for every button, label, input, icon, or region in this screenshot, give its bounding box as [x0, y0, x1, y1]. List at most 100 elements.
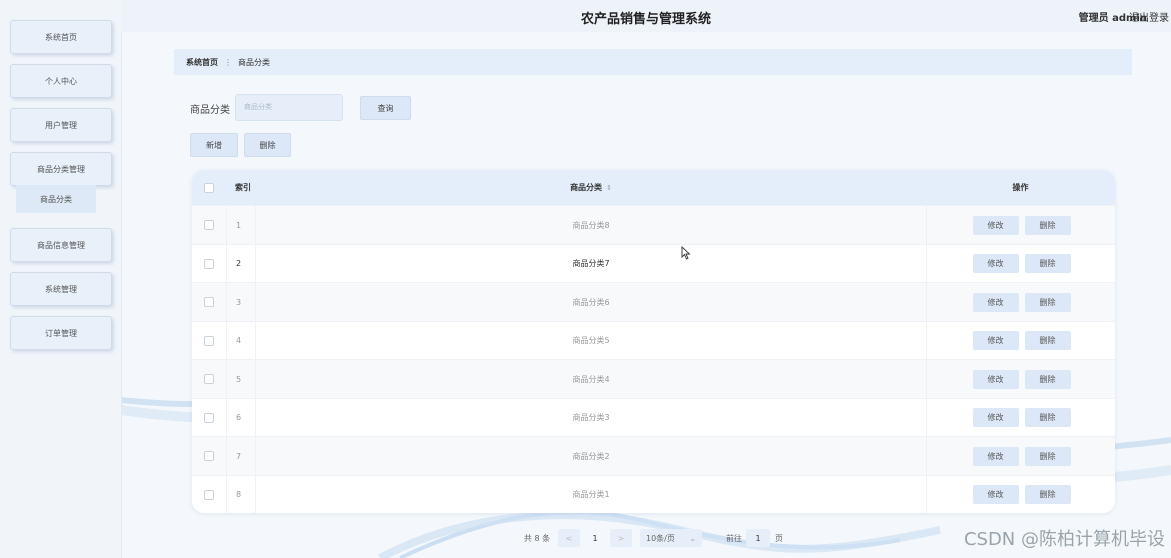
delete-button[interactable]: 删除 [1024, 369, 1071, 389]
row-checkbox-cell[interactable] [192, 476, 226, 514]
row-index: 3 [226, 283, 256, 321]
row-category-name: 商品分类5 [572, 336, 610, 345]
chevron-down-icon: ⌄ [689, 533, 696, 543]
delete-button[interactable]: 删除 [1024, 292, 1071, 312]
delete-button[interactable]: 删除 [1024, 485, 1071, 504]
table-row[interactable]: 8 商品分类1 修改 删除 [192, 474, 1115, 514]
edit-button[interactable]: 修改 [972, 369, 1019, 389]
table-row[interactable]: 1 商品分类8 修改 删除 [192, 205, 1115, 244]
prev-page-button[interactable]: < [558, 529, 580, 547]
row-operations: 修改 删除 [926, 360, 1115, 398]
app-title: 农产品销售与管理系统 [580, 12, 711, 27]
goto-page-input[interactable]: 1 [746, 529, 770, 547]
row-category-name: 商品分类8 [572, 220, 610, 230]
table-row[interactable]: 5 商品分类4 修改 删除 [192, 359, 1115, 398]
row-checkbox-cell[interactable] [192, 283, 226, 321]
breadcrumb: 系统首页 ⋮ 商品分类 [174, 49, 1132, 75]
current-page[interactable]: 1 [585, 529, 605, 547]
goto-suffix: 页 [775, 533, 783, 543]
row-checkbox[interactable] [204, 220, 214, 230]
category-table: 索引 商品分类 ⇕ 操作 1 商品分类8 修改 删除 2 商品分类7 修改 删除 3 商品分类6 修… [192, 170, 1115, 513]
row-operations: 修改 删除 [926, 475, 1115, 513]
search-label: 商品分类 [190, 105, 230, 116]
row-index: 6 [226, 398, 256, 437]
row-checkbox[interactable] [204, 489, 214, 500]
logout-link[interactable]: 退出登录 [1129, 9, 1169, 24]
row-index: 1 [226, 206, 256, 244]
search-button[interactable]: 查询 [360, 96, 411, 120]
row-index: 7 [226, 437, 256, 475]
sidebar-item-product-info[interactable]: 商品信息管理 [10, 228, 112, 262]
row-category-name: 商品分类3 [572, 413, 610, 422]
pagination-total: 共 8 条 [523, 533, 551, 543]
breadcrumb-current: 商品分类 [238, 57, 270, 67]
page-size-select[interactable]: 10条/页 ⌄ [640, 529, 702, 547]
table-row[interactable]: 7 商品分类2 修改 删除 [192, 436, 1115, 475]
row-category-name: 商品分类2 [572, 451, 610, 461]
row-checkbox-cell[interactable] [192, 360, 226, 398]
row-checkbox[interactable] [204, 297, 214, 307]
add-button[interactable]: 新增 [190, 133, 238, 157]
edit-button[interactable]: 修改 [972, 485, 1019, 504]
sidebar-item-users[interactable]: 用户管理 [10, 108, 112, 142]
row-checkbox-cell[interactable] [192, 206, 226, 244]
row-category-name: 商品分类7 [572, 259, 610, 268]
row-checkbox-cell[interactable] [192, 399, 226, 437]
header-index: 索引 [235, 183, 251, 192]
batch-delete-button[interactable]: 删除 [244, 133, 291, 157]
row-index: 2 [226, 244, 256, 283]
delete-button[interactable]: 删除 [1024, 254, 1071, 273]
edit-button[interactable]: 修改 [972, 254, 1019, 273]
row-index: 5 [226, 360, 256, 398]
sidebar-item-home[interactable]: 系统首页 [10, 20, 112, 54]
delete-button[interactable]: 删除 [1024, 331, 1071, 350]
row-checkbox[interactable] [204, 412, 214, 423]
table-row[interactable]: 2 商品分类7 修改 删除 [192, 243, 1115, 283]
delete-button[interactable]: 删除 [1024, 408, 1071, 427]
sidebar: 系统首页 个人中心 用户管理 商品分类管理 商品分类 商品信息管理 系统管理 订… [0, 0, 122, 558]
sidebar-item-category-management[interactable]: 商品分类管理 [10, 152, 112, 186]
row-category-name: 商品分类4 [572, 374, 610, 384]
row-checkbox-cell[interactable] [192, 437, 226, 475]
table-row[interactable]: 4 商品分类5 修改 删除 [192, 320, 1115, 360]
header-operations: 操作 [1012, 183, 1029, 192]
edit-button[interactable]: 修改 [972, 215, 1019, 235]
row-checkbox[interactable] [204, 258, 214, 269]
row-checkbox-cell[interactable] [192, 245, 226, 283]
table-row[interactable]: 6 商品分类3 修改 删除 [192, 397, 1115, 437]
delete-button[interactable]: 删除 [1024, 446, 1071, 466]
row-checkbox[interactable] [204, 451, 214, 461]
header-category-label: 商品分类 [570, 183, 603, 192]
table-header: 索引 商品分类 ⇕ 操作 [192, 170, 1115, 205]
row-operations: 修改 删除 [926, 206, 1115, 244]
row-category-name: 商品分类6 [572, 297, 610, 307]
row-operations: 修改 删除 [926, 244, 1115, 283]
table-row[interactable]: 3 商品分类6 修改 删除 [192, 282, 1115, 321]
breadcrumb-home[interactable]: 系统首页 [186, 57, 218, 68]
edit-button[interactable]: 修改 [972, 408, 1019, 427]
row-operations: 修改 删除 [926, 398, 1115, 437]
sidebar-item-system[interactable]: 系统管理 [10, 272, 112, 306]
select-all-checkbox[interactable] [204, 182, 214, 193]
header-checkbox-cell[interactable] [192, 170, 226, 205]
row-checkbox[interactable] [204, 374, 214, 384]
row-index: 4 [226, 321, 256, 360]
watermark: CSDN @陈柏计算机毕设 [963, 529, 1165, 550]
row-checkbox[interactable] [204, 335, 214, 346]
category-search-input[interactable]: 商品分类 [235, 94, 343, 121]
edit-button[interactable]: 修改 [972, 446, 1019, 466]
row-operations: 修改 删除 [926, 321, 1115, 360]
row-checkbox-cell[interactable] [192, 322, 226, 360]
goto-label: 前往 [726, 533, 742, 543]
sort-icon[interactable]: ⇕ [606, 184, 612, 192]
edit-button[interactable]: 修改 [972, 331, 1019, 350]
sidebar-item-profile[interactable]: 个人中心 [10, 64, 112, 98]
sidebar-subitem-category[interactable]: 商品分类 [16, 185, 96, 213]
header-category[interactable]: 商品分类 ⇕ [256, 170, 926, 205]
delete-button[interactable]: 删除 [1024, 215, 1071, 235]
row-operations: 修改 删除 [926, 437, 1115, 475]
next-page-button[interactable]: > [610, 529, 632, 547]
sidebar-item-orders[interactable]: 订单管理 [10, 316, 112, 350]
edit-button[interactable]: 修改 [972, 292, 1019, 312]
row-index: 8 [226, 475, 256, 513]
